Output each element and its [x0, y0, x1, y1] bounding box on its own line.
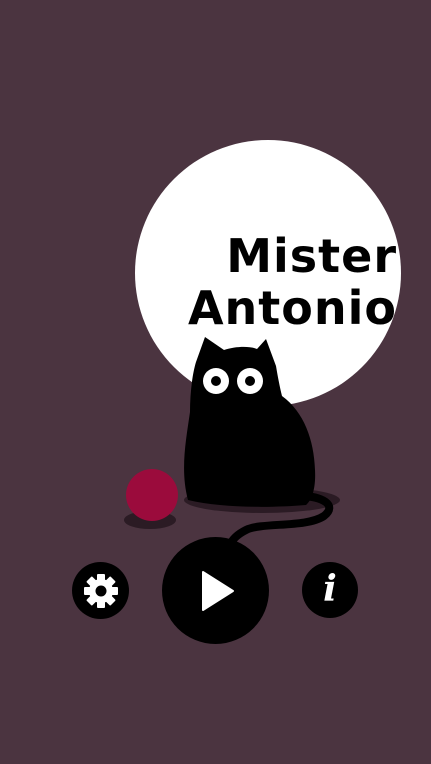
cat-left-pupil — [211, 376, 221, 386]
play-button[interactable] — [162, 537, 269, 644]
yarn-ball — [126, 469, 178, 521]
info-button[interactable]: i — [302, 562, 358, 618]
info-icon: i — [323, 568, 337, 610]
settings-button[interactable] — [72, 562, 129, 619]
menu-scene — [124, 140, 401, 549]
game-title-line-2: Antonio — [187, 281, 397, 335]
game-title-line-1: Mister — [226, 229, 397, 283]
play-icon — [201, 570, 234, 611]
gear-icon — [83, 573, 118, 608]
game-main-menu: Mister Antonio i — [0, 0, 431, 764]
cat-right-pupil — [245, 376, 255, 386]
